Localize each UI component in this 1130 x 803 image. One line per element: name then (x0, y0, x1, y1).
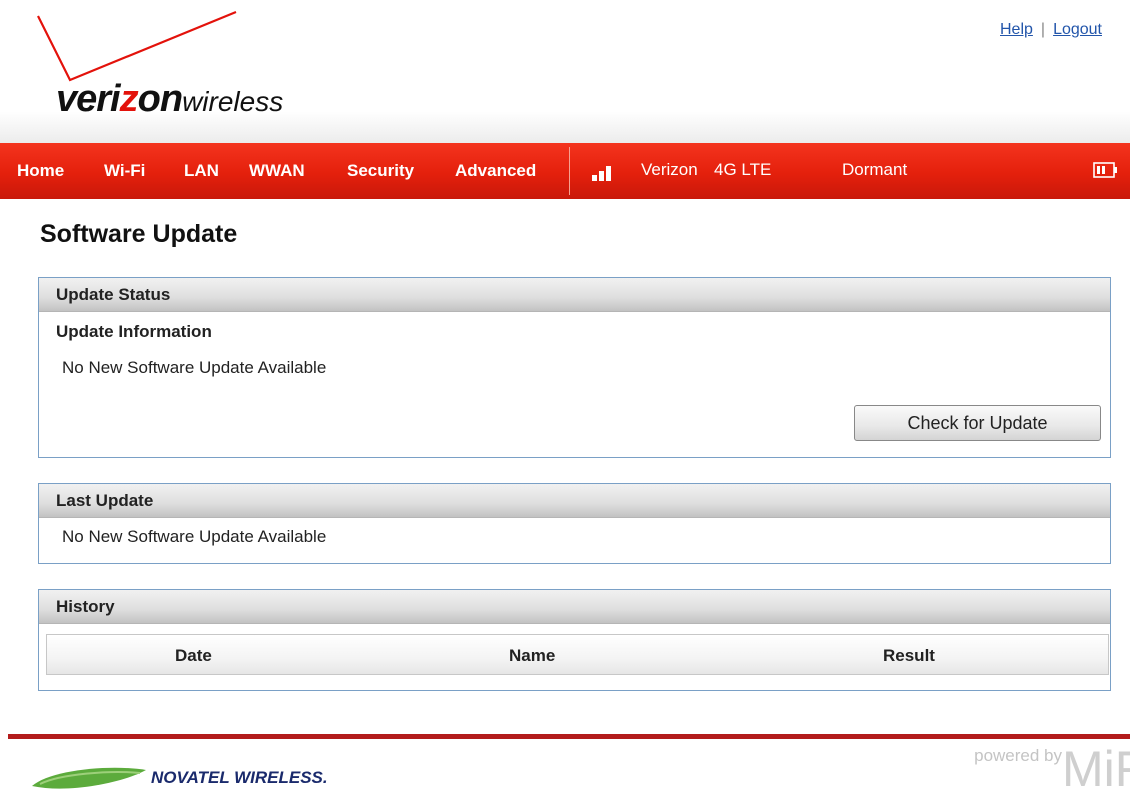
logo-brand-suffix: on (137, 78, 183, 120)
check-for-update-button[interactable]: Check for Update (854, 405, 1101, 441)
last-update-header: Last Update (39, 484, 1110, 518)
history-header: History (39, 590, 1110, 624)
update-status-panel: Update Status Update Information No New … (38, 277, 1111, 458)
logo-brand-prefix: veri (56, 78, 121, 120)
column-header-name[interactable]: Name (509, 646, 555, 666)
novatel-wireless-logo: NOVATEL WIRELESS. (151, 768, 328, 787)
connection-status: Dormant (842, 160, 908, 179)
last-update-text: No New Software Update Available (62, 527, 327, 546)
nav-item-security[interactable]: Security (347, 161, 414, 181)
logo-wireless-text: wireless (182, 86, 284, 117)
history-panel: History Date Name Result (38, 589, 1111, 691)
powered-by-text: powered by (974, 746, 1062, 765)
last-update-panel: Last Update No New Software Update Avail… (38, 483, 1111, 564)
link-separator: | (1040, 21, 1046, 38)
top-links: Help | Logout (1000, 21, 1102, 39)
column-header-result[interactable]: Result (883, 646, 935, 666)
history-table: Date Name Result (46, 634, 1109, 675)
signal-strength-icon (592, 166, 611, 181)
battery-icon (1093, 162, 1117, 178)
update-information-heading: Update Information (56, 322, 212, 341)
carrier-name: Verizon (641, 160, 698, 179)
verizon-checkmark-icon (37, 10, 237, 82)
logo-wordmark: verizonwireless (56, 78, 283, 121)
update-information-text: No New Software Update Available (62, 358, 327, 377)
column-header-date[interactable]: Date (175, 646, 212, 666)
nav-item-lan[interactable]: LAN (184, 161, 219, 181)
verizon-wireless-logo: verizonwireless (30, 8, 350, 133)
powered-by-mifi-logo: powered by (872, 740, 1062, 765)
header: verizonwireless Help | Logout (0, 0, 1130, 143)
nav-item-advanced[interactable]: Advanced (455, 161, 536, 181)
nav-item-wifi[interactable]: Wi-Fi (104, 161, 145, 181)
mifi-wordmark: MiFi (1062, 741, 1130, 797)
logout-link[interactable]: Logout (1053, 21, 1102, 38)
update-status-header: Update Status (39, 278, 1110, 312)
logo-brand-z: z (119, 78, 139, 120)
nav-item-wwan[interactable]: WWAN (249, 161, 305, 181)
page-title: Software Update (40, 220, 238, 248)
network-type: 4G LTE (714, 160, 772, 179)
novatel-swoosh-icon (32, 767, 146, 789)
nav-item-home[interactable]: Home (17, 161, 64, 181)
nav-divider (569, 147, 570, 195)
help-link[interactable]: Help (1000, 21, 1033, 38)
main-nav: Home Wi-Fi LAN WWAN Security Advanced Ve… (0, 143, 1130, 199)
footer-divider (8, 734, 1130, 739)
